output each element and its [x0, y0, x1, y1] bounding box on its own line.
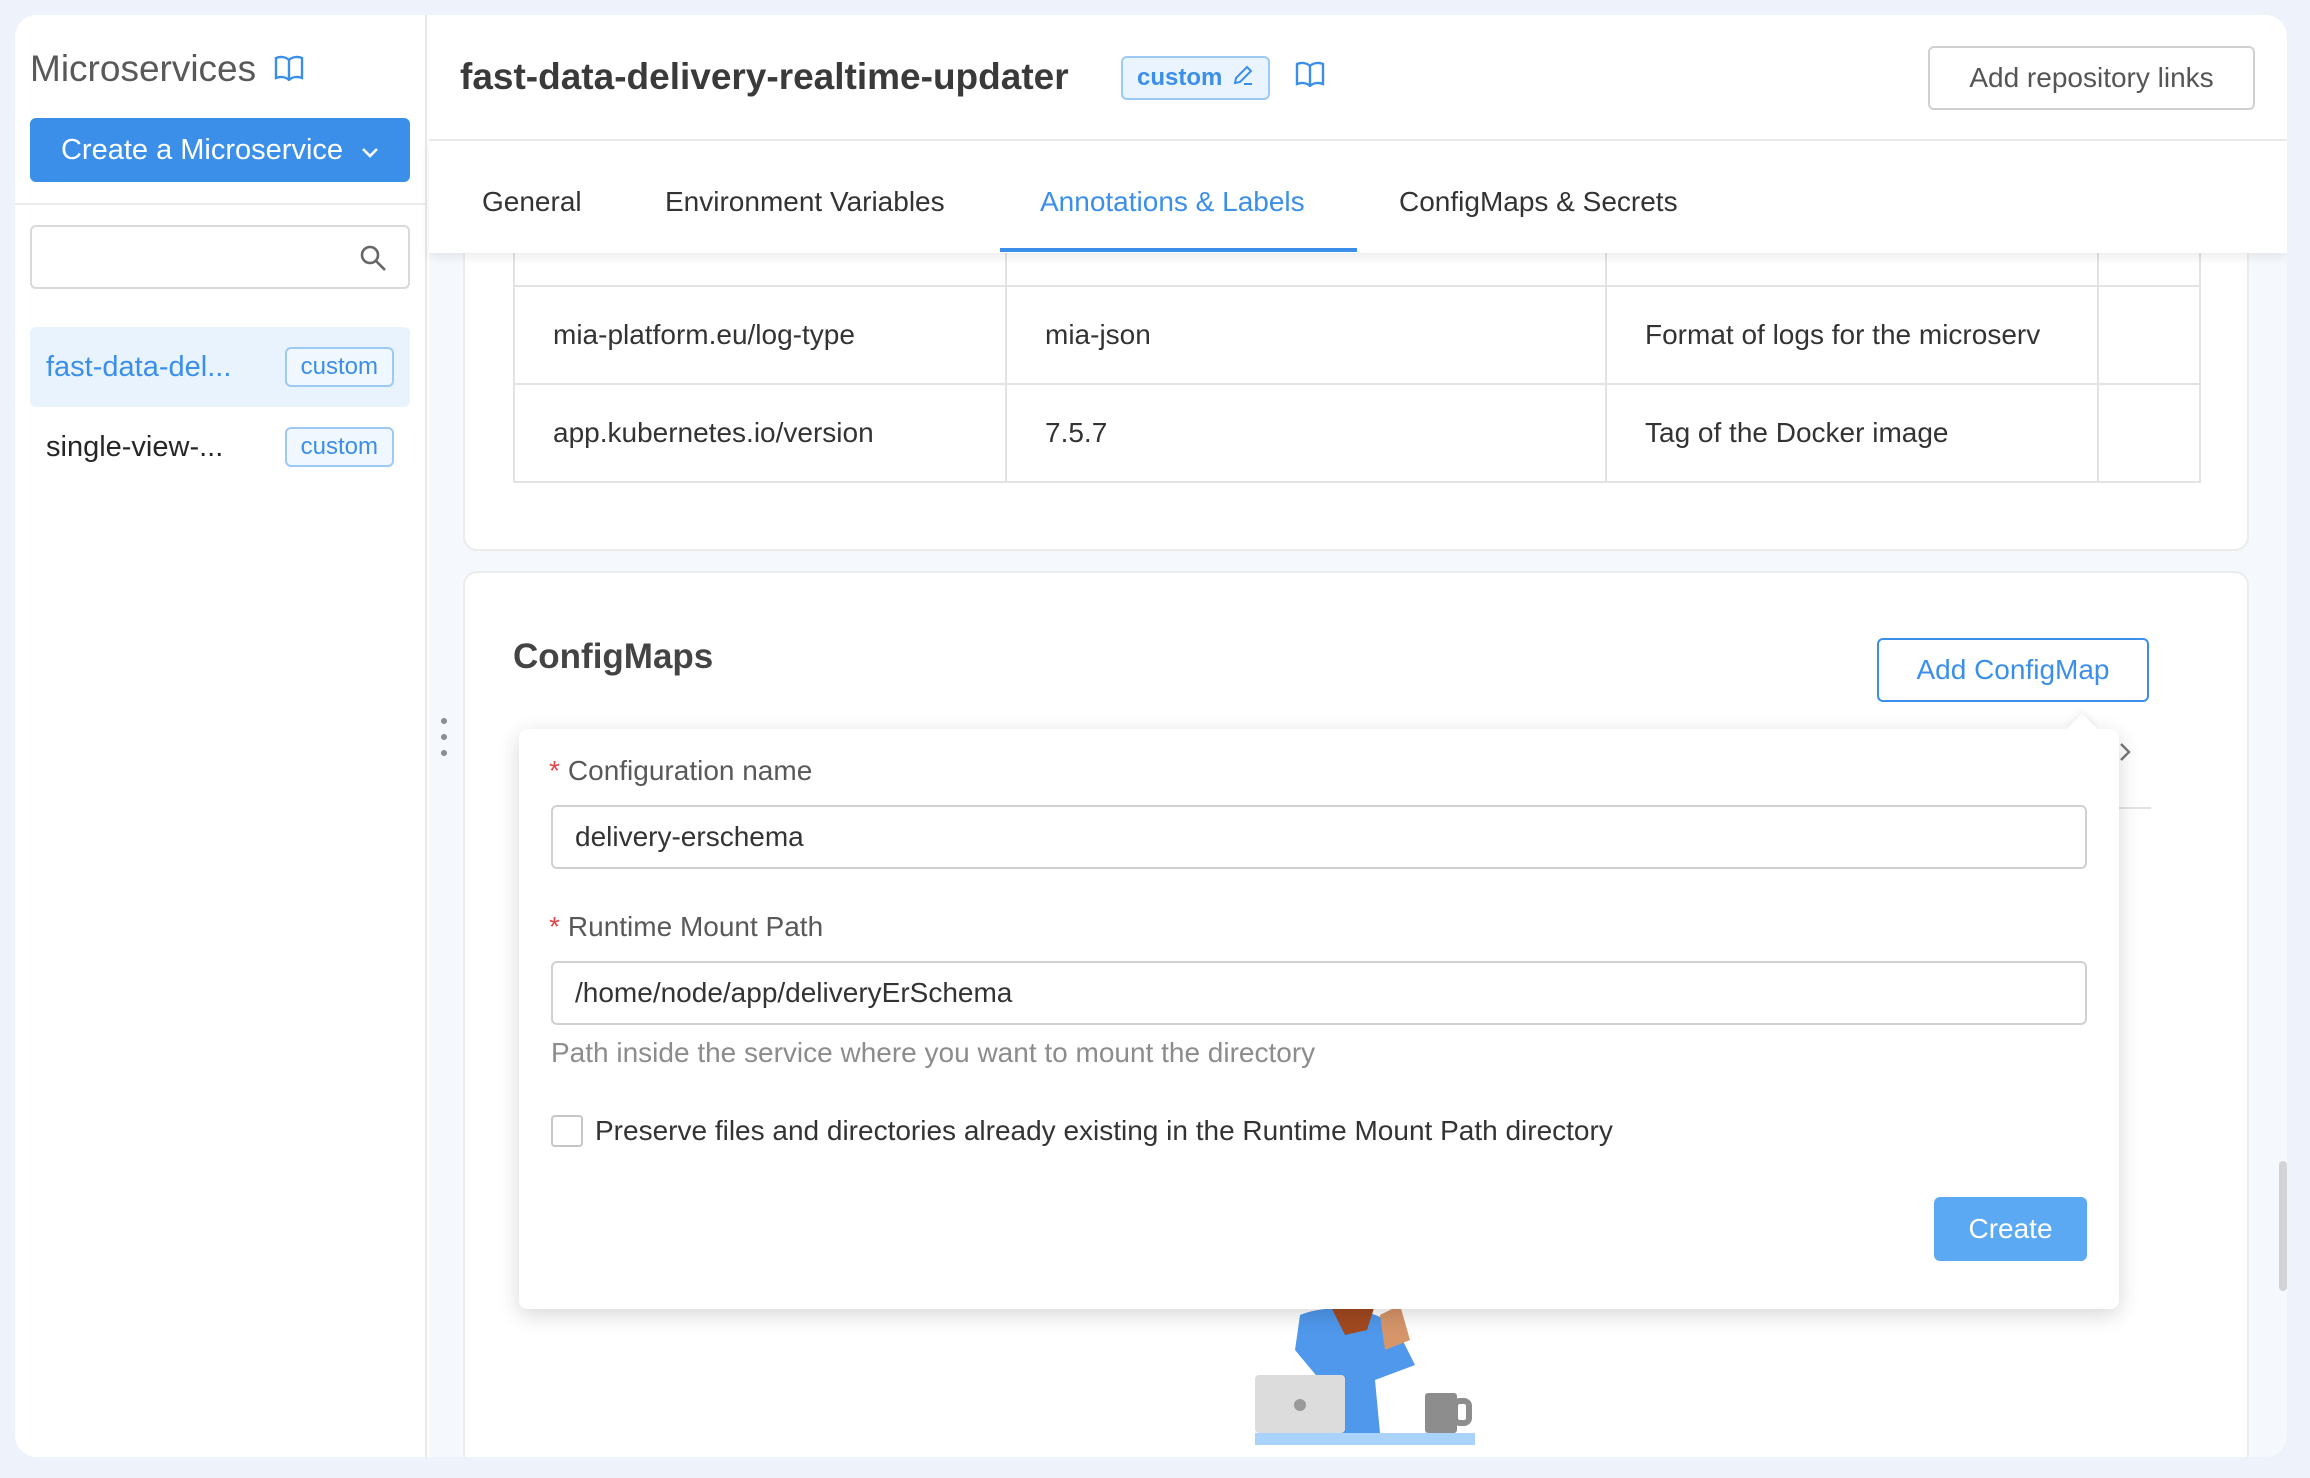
add-configmap-popover: * Configuration name delivery-erschema * R… — [519, 713, 2119, 1309]
book-icon[interactable] — [1295, 61, 1325, 92]
required-marker: * — [549, 911, 560, 942]
sidebar-divider — [15, 203, 425, 205]
create-button[interactable]: Create — [1934, 1197, 2087, 1261]
configuration-name-input[interactable]: delivery-erschema — [551, 805, 2087, 869]
custom-tag: custom — [284, 347, 394, 387]
app-window: Microservices Create a Microservice fast… — [15, 15, 2287, 1457]
search-input[interactable] — [30, 225, 410, 289]
sidebar-item-label: fast-data-del... — [46, 350, 232, 383]
tab-annotations-labels[interactable]: Annotations & Labels — [1040, 186, 1305, 218]
page-title: fast-data-delivery-realtime-updater — [460, 56, 1069, 97]
search-icon[interactable] — [358, 243, 388, 278]
add-configmap-button[interactable]: Add ConfigMap — [1877, 638, 2149, 702]
create-microservice-label: Create a Microservice — [60, 133, 344, 166]
tab-bar: General Environment Variables Annotation… — [429, 141, 2287, 253]
configuration-name-label: * Configuration name — [549, 755, 812, 787]
book-icon[interactable] — [274, 48, 304, 90]
runtime-mount-path-label: * Runtime Mount Path — [549, 911, 823, 943]
label-actions — [2097, 383, 2201, 483]
chevron-down-icon — [361, 134, 379, 167]
label-key: mia-platform.eu/log-type — [513, 285, 1007, 385]
sidebar: Microservices Create a Microservice fast… — [15, 15, 427, 1457]
edit-pencil-icon — [1232, 64, 1254, 93]
runtime-mount-path-value: /home/node/app/deliveryErSchema — [575, 977, 1013, 1008]
tab-configmaps-secrets[interactable]: ConfigMaps & Secrets — [1399, 186, 1678, 218]
add-repository-links-button[interactable]: Add repository links — [1928, 46, 2255, 110]
table-row: mia-platform.eu/log-type mia-json Format… — [513, 285, 2201, 385]
sidebar-title: Microservices — [30, 48, 304, 90]
table-row: app.kubernetes.io/version 7.5.7 Tag of t… — [513, 383, 2201, 483]
tab-environment-variables[interactable]: Environment Variables — [665, 186, 945, 218]
preserve-files-checkbox[interactable] — [551, 1115, 583, 1147]
resize-handle[interactable] — [440, 715, 448, 764]
sidebar-item-single-view[interactable]: single-view-... custom — [30, 407, 410, 487]
chevron-right-icon[interactable] — [2118, 738, 2132, 770]
label-description: Format of logs for the microserv — [1605, 285, 2099, 385]
label-actions — [2097, 285, 2201, 385]
empty-state-illustration — [1255, 1305, 1495, 1457]
label-value: mia-json — [1005, 285, 1607, 385]
label-description: Tag of the Docker image — [1605, 383, 2099, 483]
runtime-mount-path-label-text: Runtime Mount Path — [567, 911, 824, 942]
configuration-name-label-text: Configuration name — [567, 755, 813, 786]
page-header: fast-data-delivery-realtime-updater cust… — [429, 15, 2287, 141]
vertical-scrollbar[interactable] — [2279, 1161, 2287, 1291]
custom-tag: custom — [284, 427, 394, 467]
required-marker: * — [549, 755, 560, 786]
active-tab-indicator — [1000, 248, 1357, 252]
preserve-files-label: Preserve files and directories already e… — [595, 1115, 1613, 1146]
custom-badge[interactable]: custom — [1121, 56, 1271, 100]
configuration-name-value: delivery-erschema — [575, 821, 804, 852]
runtime-mount-path-input[interactable]: /home/node/app/deliveryErSchema — [551, 961, 2087, 1025]
sidebar-title-text: Microservices — [30, 48, 257, 89]
preserve-files-option[interactable]: Preserve files and directories already e… — [551, 1115, 1613, 1147]
runtime-mount-path-help: Path inside the service where you want t… — [551, 1037, 1316, 1068]
label-key: app.kubernetes.io/version — [513, 383, 1007, 483]
configmaps-title: ConfigMaps — [513, 637, 714, 676]
tab-general[interactable]: General — [482, 186, 582, 218]
sidebar-item-label: single-view-... — [46, 430, 224, 463]
custom-badge-label: custom — [1137, 64, 1223, 91]
label-value: 7.5.7 — [1005, 383, 1607, 483]
create-microservice-button[interactable]: Create a Microservice — [30, 118, 410, 182]
sidebar-item-fast-data-delivery[interactable]: fast-data-del... custom — [30, 327, 410, 407]
